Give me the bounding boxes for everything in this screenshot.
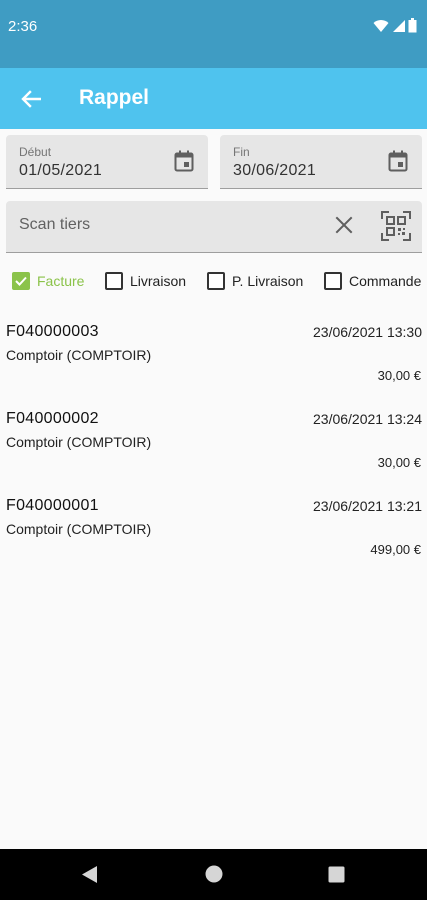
filter-label: Livraison [130,273,187,289]
scan-tiers-input[interactable] [19,213,319,237]
list-item[interactable]: F040000002 23/06/2021 13:24 Comptoir (CO… [0,410,427,490]
filter-label: Commande [349,273,422,289]
checkbox-checked-icon [12,272,30,290]
nav-back-icon[interactable] [81,865,98,884]
status-time: 2:36 [8,18,38,35]
status-icons [373,18,417,33]
back-button[interactable] [14,82,48,116]
filter-label: P. Livraison [232,273,304,289]
wifi-icon [373,19,389,32]
scan-tiers-field [6,201,422,253]
invoice-amount: 499,00 € [370,542,421,557]
nav-recents-icon[interactable] [328,866,345,883]
signal-icon [393,19,405,32]
end-date-value: 30/06/2021 [233,162,317,179]
arrow-left-icon [21,90,41,108]
filter-p-livraison[interactable]: P. Livraison [207,272,303,290]
list-item[interactable]: F040000001 23/06/2021 13:21 Comptoir (CO… [0,497,427,577]
start-date-label: Début [19,145,52,159]
document-type-filters: Facture Livraison P. Livraison Commande [0,272,427,296]
status-bar: 2:36 [0,0,427,68]
calendar-icon[interactable] [174,150,194,172]
filter-livraison[interactable]: Livraison [105,272,186,290]
invoice-datetime: 23/06/2021 13:21 [313,498,422,514]
end-date-field[interactable]: Fin 30/06/2021 [220,135,422,189]
invoice-client: Comptoir (COMPTOIR) [6,347,152,363]
page-title: Rappel [79,86,150,109]
filter-facture[interactable]: Facture [12,272,84,290]
invoice-datetime: 23/06/2021 13:24 [313,411,422,427]
calendar-icon[interactable] [388,150,408,172]
close-icon[interactable] [335,216,353,234]
invoice-amount: 30,00 € [377,368,421,383]
battery-icon [408,18,417,33]
start-date-value: 01/05/2021 [19,162,103,179]
app-bar: Rappel [0,68,427,129]
qr-code-icon[interactable] [380,210,412,242]
checkbox-icon [324,272,342,290]
invoice-number: F040000002 [6,410,99,427]
checkbox-icon [105,272,123,290]
filter-commande[interactable]: Commande [324,272,421,290]
invoice-number: F040000001 [6,497,99,514]
invoice-datetime: 23/06/2021 13:30 [313,324,422,340]
system-navigation-bar [0,849,427,900]
invoice-client: Comptoir (COMPTOIR) [6,521,152,537]
invoice-client: Comptoir (COMPTOIR) [6,434,152,450]
filter-label: Facture [37,273,85,289]
checkbox-icon [207,272,225,290]
list-item[interactable]: F040000003 23/06/2021 13:30 Comptoir (CO… [0,323,427,403]
nav-home-icon[interactable] [205,865,223,883]
end-date-label: Fin [233,145,250,159]
invoice-number: F040000003 [6,323,99,340]
invoice-amount: 30,00 € [377,455,421,470]
start-date-field[interactable]: Début 01/05/2021 [6,135,208,189]
